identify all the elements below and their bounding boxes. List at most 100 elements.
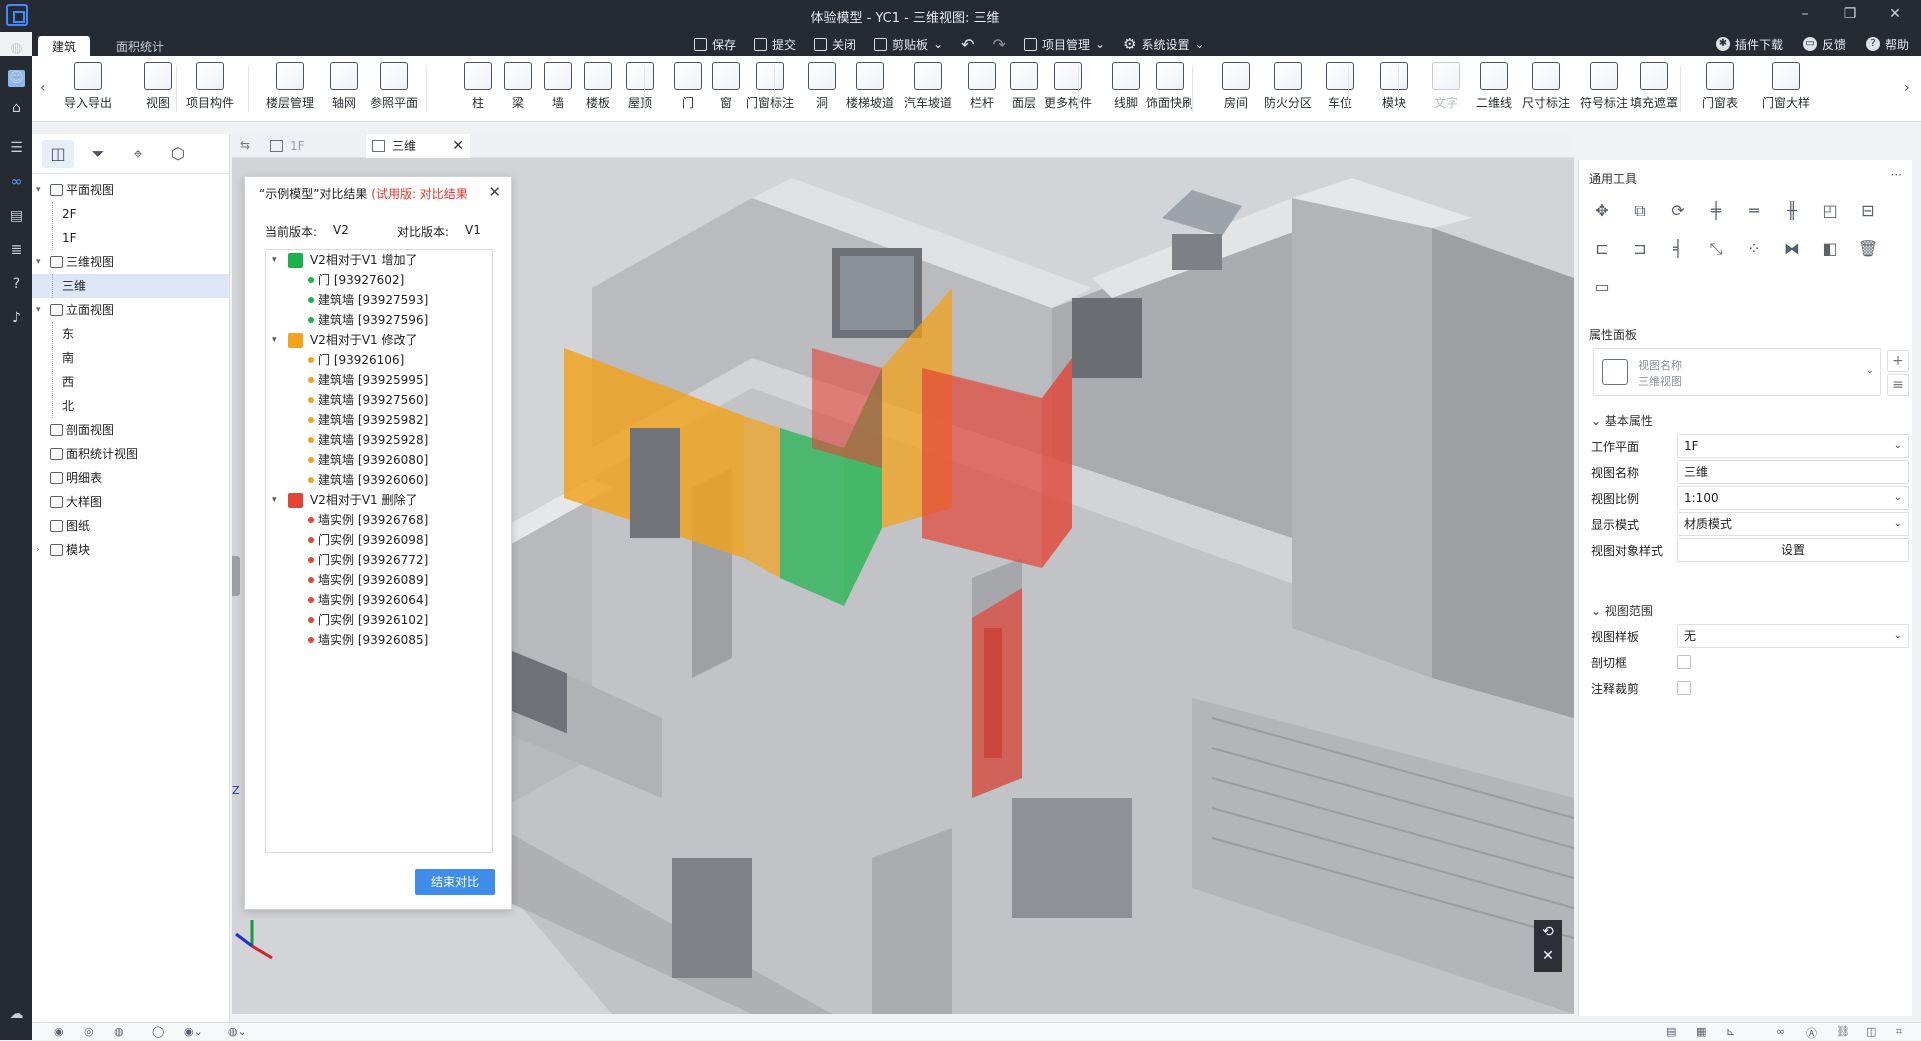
move-icon[interactable]: ✥ <box>1591 200 1613 222</box>
home-icon[interactable]: ⌂ <box>8 100 25 117</box>
tree-node[interactable]: ▾ 立面视图 <box>32 298 229 322</box>
property-checkbox[interactable] <box>1677 681 1691 695</box>
location-icon[interactable]: ⌖ <box>122 140 154 168</box>
tree-node[interactable]: 大样图 <box>32 490 229 514</box>
compare-item[interactable]: 建筑墙 [93927593] <box>266 290 492 310</box>
tree-node[interactable]: 面积统计视图 <box>32 442 229 466</box>
add-type-button[interactable]: + <box>1887 350 1909 372</box>
tool-button-16[interactable]: 汽车坡道 <box>898 62 958 118</box>
tree-node[interactable]: 剖面视图 <box>32 418 229 442</box>
delete-icon[interactable]: 🗑 <box>1857 238 1879 260</box>
help-link[interactable]: ? 帮助 <box>1865 36 1909 53</box>
property-input[interactable]: 三维 <box>1677 460 1909 484</box>
tree-node[interactable]: 明细表 <box>32 466 229 490</box>
pin-icon[interactable]: ◧ <box>1819 238 1841 260</box>
corner-icon[interactable]: ◰ <box>1819 200 1841 222</box>
compare-item[interactable]: 建筑墙 [93925995] <box>266 370 492 390</box>
property-select[interactable]: 无 ⌄ <box>1677 624 1909 648</box>
tool-button-32[interactable]: 门窗大样 <box>1756 62 1816 118</box>
property-checkbox[interactable] <box>1677 655 1691 669</box>
tool-button-3[interactable]: 楼层管理 <box>260 62 320 118</box>
tree-node[interactable]: 南 <box>32 346 229 370</box>
tab-architecture[interactable]: 建筑 <box>38 36 91 56</box>
tool-button-1[interactable]: 视图 <box>128 62 188 118</box>
rotate-icon[interactable]: ⟳ <box>1667 200 1689 222</box>
tool-button-23[interactable]: 防火分区 <box>1258 62 1318 118</box>
trim-icon[interactable]: ⊏ <box>1591 238 1613 260</box>
tree-node[interactable]: 1F <box>32 226 229 250</box>
tool-button-5[interactable]: 参照平面 <box>364 62 424 118</box>
eye-hide-icon[interactable]: ◎ <box>84 1025 94 1038</box>
compare-item[interactable]: 建筑墙 [93925982] <box>266 410 492 430</box>
eye-isolate-icon[interactable]: ◍ <box>114 1025 124 1038</box>
compare-item[interactable]: 门实例 [93926102] <box>266 610 492 630</box>
tree-node[interactable]: 2F <box>32 202 229 226</box>
tab-switch-icon[interactable]: ⇆ <box>240 138 250 152</box>
close-window-button[interactable]: ✕ <box>1885 6 1905 22</box>
tool-button-28[interactable]: 尺寸标注 <box>1516 62 1576 118</box>
property-select[interactable]: 材质模式 ⌄ <box>1677 512 1909 536</box>
cloud-upload-icon[interactable]: ☁ <box>8 1006 25 1023</box>
compare-item[interactable]: 门实例 [93926772] <box>266 550 492 570</box>
tool-button-21[interactable]: 饰面快刷 <box>1140 62 1200 118</box>
measure-icon[interactable]: ▭ <box>1591 276 1613 298</box>
clipboard-menu[interactable]: 剪贴板 ⌄ <box>874 36 943 53</box>
tool-button-31[interactable]: 门窗表 <box>1690 62 1750 118</box>
minimize-button[interactable]: – <box>1795 6 1815 22</box>
view-tab-3d[interactable]: 三维 ✕ <box>366 134 470 158</box>
globe-icon[interactable]: ◍ <box>8 40 25 57</box>
project-management-menu[interactable]: 项目管理 ⌄ <box>1023 36 1105 53</box>
compare-item[interactable]: 墙实例 [93926768] <box>266 510 492 530</box>
grid-icon[interactable]: ▦ <box>1696 1025 1706 1038</box>
split-icon[interactable]: ╫ <box>1781 200 1803 222</box>
chevron-down-icon[interactable]: ▾ <box>272 250 277 270</box>
scale-icon[interactable]: ⤡ <box>1705 238 1727 260</box>
settings-button[interactable]: 设置 <box>1677 538 1909 562</box>
offset-icon[interactable]: ╪ <box>1705 200 1727 222</box>
rotate-reset-icon[interactable]: ⟲ <box>1534 920 1562 944</box>
ruler-icon[interactable]: ▤ <box>1666 1025 1676 1038</box>
tool-button-0[interactable]: 导入导出 <box>58 62 118 118</box>
feedback-link[interactable]: ▭ 反馈 <box>1802 36 1846 53</box>
tree-node[interactable]: 北 <box>32 394 229 418</box>
tool-button-2[interactable]: 项目构件 <box>180 62 240 118</box>
submit-button[interactable]: 提交 <box>754 36 796 53</box>
break-icon[interactable]: ⊐ <box>1629 238 1651 260</box>
tree-node[interactable]: 图纸 <box>32 514 229 538</box>
compare-group[interactable]: ▾ V2相对于V1 修改了 <box>266 330 492 350</box>
compare-item[interactable]: 建筑墙 [93925928] <box>266 430 492 450</box>
maximize-button[interactable]: ❐ <box>1840 6 1860 22</box>
close-button[interactable]: 关闭 <box>814 36 856 53</box>
tool-button-24[interactable]: 车位 <box>1310 62 1370 118</box>
ribbon-scroll-left[interactable]: ‹ <box>40 80 46 96</box>
type-selector[interactable]: 视图名称 三维视图 ⌄ <box>1593 348 1881 396</box>
tool-button-27[interactable]: 二维线 <box>1464 62 1524 118</box>
tree-node[interactable]: 西 <box>32 370 229 394</box>
compare-item[interactable]: 墙实例 [93926064] <box>266 590 492 610</box>
tool-button-13[interactable]: 门窗标注 <box>740 62 800 118</box>
chevron-down-icon[interactable]: ▾ <box>36 250 41 274</box>
array-icon[interactable]: ⁘ <box>1743 238 1765 260</box>
view-reset-control[interactable]: ⟲ ✕ <box>1534 920 1562 972</box>
copy-icon[interactable]: ⧉ <box>1629 200 1651 222</box>
close-tab-icon[interactable]: ✕ <box>452 134 464 158</box>
question-icon[interactable]: ? <box>8 276 25 293</box>
compare-group[interactable]: ▾ V2相对于V1 增加了 <box>266 250 492 270</box>
link-icon[interactable]: ∞ <box>8 174 25 191</box>
chain-icon[interactable]: ⛓ <box>1836 1025 1850 1038</box>
close-view-icon[interactable]: ✕ <box>1534 944 1562 968</box>
end-compare-button[interactable]: 结束对比 <box>415 869 495 895</box>
eye-icon[interactable]: ◉ <box>54 1025 64 1038</box>
close-compare-button[interactable]: ✕ <box>488 183 501 201</box>
tool-button-19[interactable]: 更多构件 <box>1038 62 1098 118</box>
compare-item[interactable]: 墙实例 [93926089] <box>266 570 492 590</box>
chevron-right-icon[interactable]: › <box>36 538 40 562</box>
property-select[interactable]: 1:100 ⌄ <box>1677 486 1909 510</box>
tree-node[interactable]: 三维 <box>32 274 229 298</box>
chevron-down-icon[interactable]: ▾ <box>272 490 277 510</box>
more-tools-button[interactable]: ··· <box>1891 168 1902 182</box>
compare-item[interactable]: 建筑墙 [93927596] <box>266 310 492 330</box>
cube-icon[interactable]: ⬡ <box>162 140 194 168</box>
layers-icon[interactable]: ≣ <box>8 242 25 259</box>
a-icon[interactable]: Ⓐ <box>1806 1025 1817 1041</box>
